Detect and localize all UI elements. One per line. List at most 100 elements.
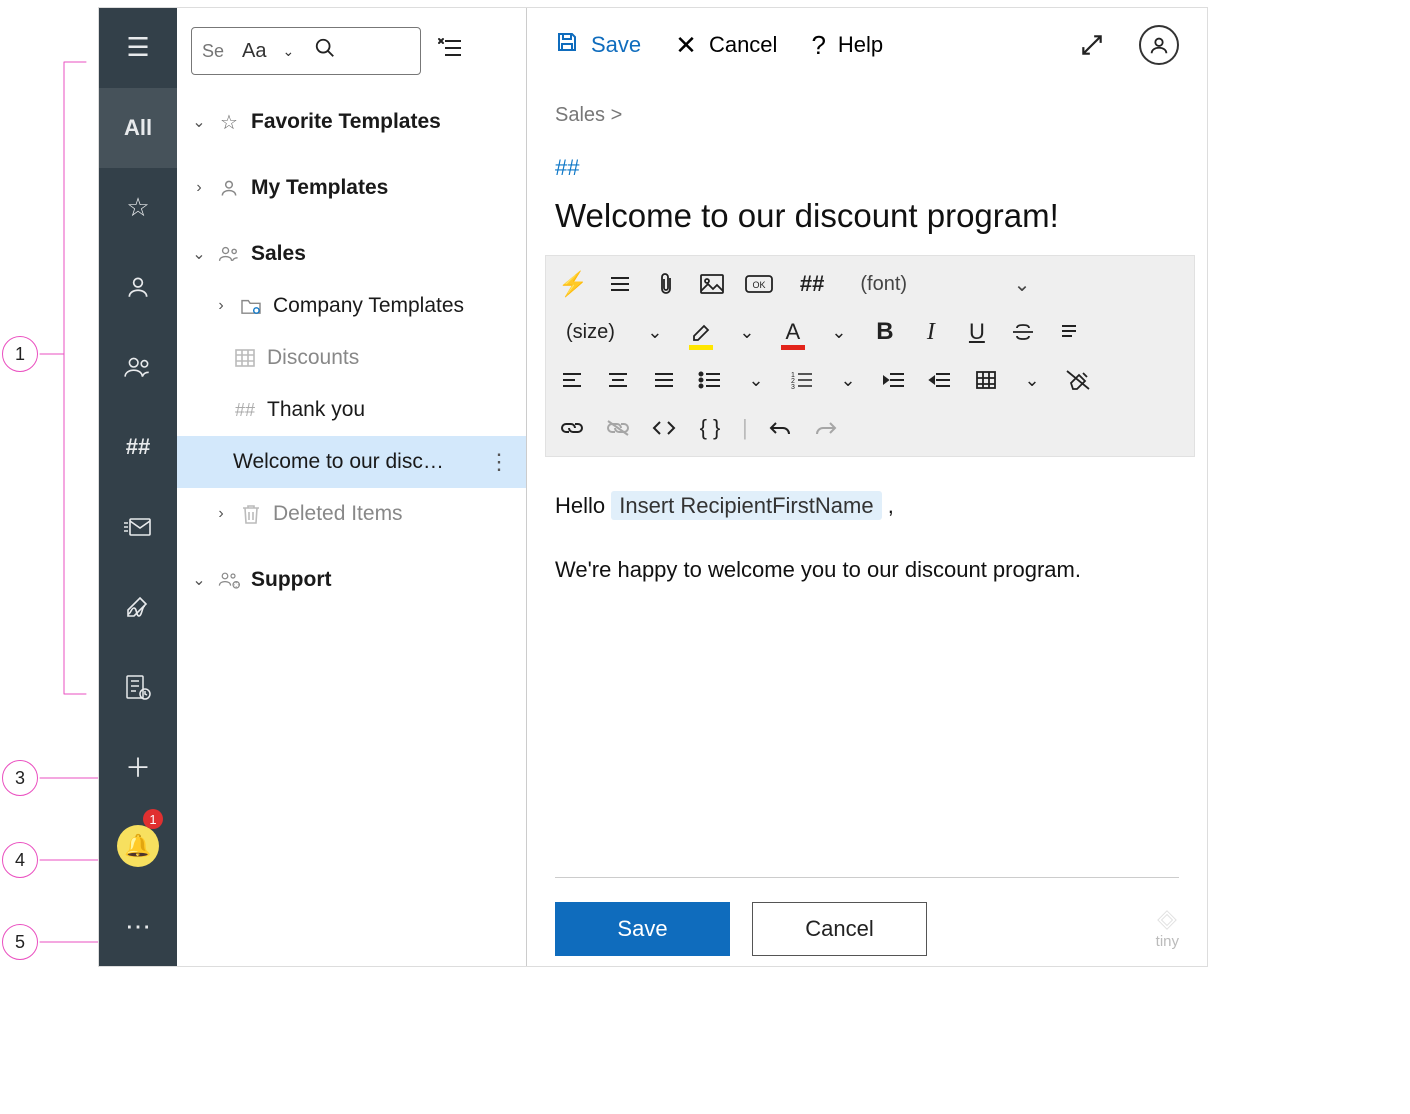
- unlink-icon[interactable]: [604, 412, 632, 444]
- hamburger-icon[interactable]: ☰: [99, 8, 177, 88]
- tree-label: Welcome to our disc…: [233, 450, 444, 474]
- tree-label: Company Templates: [273, 294, 464, 318]
- hash-icon: ##: [233, 400, 257, 421]
- item-more-icon[interactable]: ⋮: [488, 449, 510, 475]
- bold-icon[interactable]: B: [871, 316, 899, 348]
- tree-favorites[interactable]: ⌄ ☆ Favorite Templates: [187, 96, 516, 148]
- search-icon[interactable]: [314, 37, 336, 65]
- rail-all[interactable]: All: [99, 88, 177, 168]
- redo-icon[interactable]: [812, 412, 840, 444]
- indent-icon[interactable]: [880, 364, 908, 396]
- divider: [555, 877, 1179, 878]
- tree-welcome-selected[interactable]: Welcome to our disc… ⋮: [177, 436, 526, 488]
- account-icon[interactable]: [1139, 25, 1179, 65]
- hash-insert-icon[interactable]: ##: [792, 268, 832, 300]
- template-title[interactable]: Welcome to our discount program!: [527, 191, 1207, 249]
- cancel-label: Cancel: [709, 32, 777, 58]
- bullet-list-icon[interactable]: [696, 364, 724, 396]
- bolt-icon[interactable]: ⚡: [558, 268, 588, 300]
- callout-3: 3: [2, 760, 38, 796]
- highlight-icon[interactable]: [687, 316, 715, 348]
- table-chevron-icon[interactable]: ⌄: [1018, 364, 1046, 396]
- cancel-button[interactable]: Cancel: [752, 902, 927, 956]
- chevron-right-icon: ›: [213, 505, 229, 523]
- table-icon[interactable]: [972, 364, 1000, 396]
- font-color-icon[interactable]: A: [779, 316, 807, 348]
- bullet-chevron-icon[interactable]: ⌄: [742, 364, 770, 396]
- italic-icon[interactable]: I: [917, 316, 945, 348]
- tree-label: Support: [251, 568, 331, 592]
- code-icon[interactable]: [650, 412, 678, 444]
- image-icon[interactable]: [698, 268, 726, 300]
- size-label: (size): [566, 321, 615, 344]
- tree-company-templates[interactable]: › Company Templates: [187, 280, 516, 332]
- outdent-icon[interactable]: [926, 364, 954, 396]
- tree-label: Discounts: [267, 346, 359, 370]
- align-left-icon[interactable]: [558, 364, 586, 396]
- close-icon: ✕: [675, 30, 697, 61]
- font-label: (font): [860, 273, 907, 296]
- bell-icon: 🔔: [117, 825, 159, 867]
- send-mail-icon[interactable]: [99, 487, 177, 567]
- people-icon[interactable]: [99, 327, 177, 407]
- macro-placeholder[interactable]: Insert RecipientFirstName: [611, 491, 881, 520]
- star-icon: ☆: [217, 110, 241, 135]
- person-icon[interactable]: [99, 247, 177, 327]
- braces-icon[interactable]: { }: [696, 412, 724, 444]
- size-chevron-icon[interactable]: ⌄: [641, 316, 669, 348]
- strikethrough-icon[interactable]: [1009, 316, 1037, 348]
- filter-list-icon[interactable]: [437, 37, 463, 66]
- tree-label: Favorite Templates: [251, 110, 441, 134]
- notification-bell[interactable]: 🔔 1: [99, 806, 177, 886]
- callout-4: 4: [2, 842, 38, 878]
- attach-icon[interactable]: [652, 268, 680, 300]
- signature-icon[interactable]: [99, 567, 177, 647]
- link-icon[interactable]: [558, 412, 586, 444]
- search-options-chevron-icon[interactable]: ⌄: [282, 43, 304, 60]
- highlight-chevron-icon[interactable]: ⌄: [733, 316, 761, 348]
- expand-icon[interactable]: [1079, 32, 1105, 58]
- tree-thank-you[interactable]: ## Thank you: [187, 384, 516, 436]
- align-center-icon[interactable]: [604, 364, 632, 396]
- help-icon: ?: [811, 30, 825, 61]
- font-select[interactable]: (font) ⌄: [850, 268, 1040, 300]
- match-case-toggle[interactable]: Aa: [242, 40, 272, 63]
- chevron-down-icon: ⌄: [191, 570, 207, 590]
- template-body[interactable]: Hello Insert RecipientFirstName , We're …: [527, 457, 1207, 619]
- svg-text:OK: OK: [752, 280, 765, 290]
- tree-label: Thank you: [267, 398, 365, 422]
- cancel-action[interactable]: ✕ Cancel: [675, 30, 777, 61]
- font-color-chevron-icon[interactable]: ⌄: [825, 316, 853, 348]
- tree-label: My Templates: [251, 176, 388, 200]
- search-input[interactable]: [202, 41, 232, 62]
- plus-icon[interactable]: ＋: [99, 726, 177, 806]
- tree-support[interactable]: ⌄ Support: [187, 554, 516, 606]
- underline-icon[interactable]: U: [963, 316, 991, 348]
- rail-hash[interactable]: ##: [99, 407, 177, 487]
- help-action[interactable]: ? Help: [811, 30, 883, 61]
- more-icon[interactable]: ⋯: [99, 886, 177, 966]
- tree-my-templates[interactable]: › My Templates: [187, 162, 516, 214]
- body-line2: We're happy to welcome you to our discou…: [555, 547, 1179, 593]
- save-action[interactable]: Save: [555, 30, 641, 60]
- paragraph-format-icon[interactable]: [1055, 316, 1083, 348]
- ok-box-icon[interactable]: OK: [744, 268, 774, 300]
- number-list-icon[interactable]: 123: [788, 364, 816, 396]
- number-chevron-icon[interactable]: ⌄: [834, 364, 862, 396]
- body-suffix: ,: [888, 493, 894, 518]
- undo-icon[interactable]: [766, 412, 794, 444]
- template-tag[interactable]: ##: [527, 137, 1207, 191]
- lines-icon[interactable]: [606, 268, 634, 300]
- search-box[interactable]: Aa ⌄: [191, 27, 421, 75]
- tree-deleted[interactable]: › Deleted Items: [187, 488, 516, 540]
- save-button[interactable]: Save: [555, 902, 730, 956]
- chevron-down-icon: ⌄: [191, 112, 207, 132]
- tree-discounts[interactable]: Discounts: [187, 332, 516, 384]
- manage-icon[interactable]: [99, 647, 177, 727]
- clear-format-icon[interactable]: [1064, 364, 1092, 396]
- align-justify-icon[interactable]: [650, 364, 678, 396]
- breadcrumb[interactable]: Sales >: [527, 82, 1207, 137]
- size-select[interactable]: (size): [558, 316, 623, 348]
- star-icon[interactable]: ☆: [99, 168, 177, 248]
- tree-sales[interactable]: ⌄ Sales: [187, 228, 516, 280]
